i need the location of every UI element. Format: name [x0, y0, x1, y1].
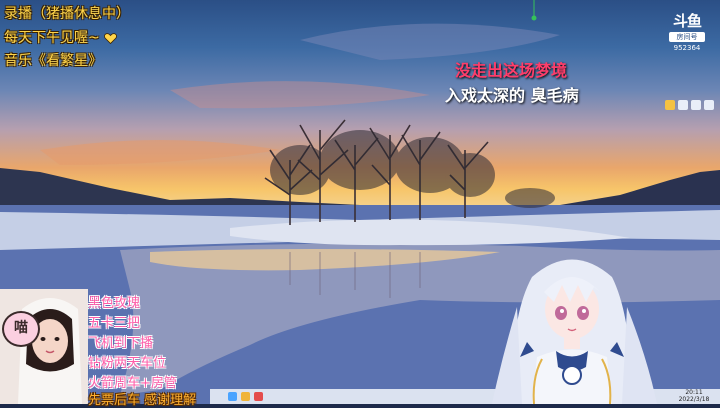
lyric-next-line: 入戏太深的 臭毛病 [445, 86, 579, 105]
room-number: 952364 [673, 44, 701, 52]
stream-status-text: 录播（猪播休息中） [4, 6, 130, 22]
lyric-current-line: 没走出这场梦境 [455, 61, 568, 80]
toolbar-icon[interactable] [665, 100, 675, 110]
toolbar-icon[interactable] [704, 100, 714, 110]
app-icon[interactable] [228, 392, 237, 401]
clock-time: 20:11 [685, 389, 703, 396]
gift-rule: 黑色玫瑰 [88, 296, 141, 311]
app-icon[interactable] [254, 392, 263, 401]
gift-rule: 飞机到下播 [88, 336, 154, 351]
douyu-room-badge: 斗鱼 房间号 952364 [668, 10, 706, 52]
douyu-logo: 斗鱼 [672, 12, 702, 30]
sticker-text: 喵 [14, 320, 28, 336]
webcam-feed: 喵 [0, 289, 88, 404]
heart-icon [104, 32, 118, 44]
vtuber-avatar [492, 259, 657, 404]
app-icon[interactable] [241, 392, 250, 401]
pin-icon [531, 0, 537, 21]
streamer-camera-image [0, 289, 88, 404]
system-clock[interactable]: 20:11 2022/3/18 [672, 389, 716, 403]
gift-rule: 钻粉两天车位 [88, 356, 167, 371]
floating-toolbar [665, 100, 717, 112]
schedule-text: 每天下午见喔~ [4, 27, 118, 47]
room-label: 房间号 [669, 32, 705, 42]
toolbar-icon[interactable] [678, 100, 688, 110]
schedule-label: 每天下午见喔~ [4, 30, 100, 46]
gift-rule: 五卡三把 [88, 316, 141, 331]
cat-face-icon: 喵 [2, 311, 40, 347]
music-title-text: 音乐《看繁星》 [4, 53, 102, 69]
toolbar-icon[interactable] [691, 100, 701, 110]
taskbar-icons [228, 392, 263, 401]
gift-note: 先票后车 感谢理解 [88, 393, 197, 408]
clock-date: 2022/3/18 [678, 396, 710, 403]
